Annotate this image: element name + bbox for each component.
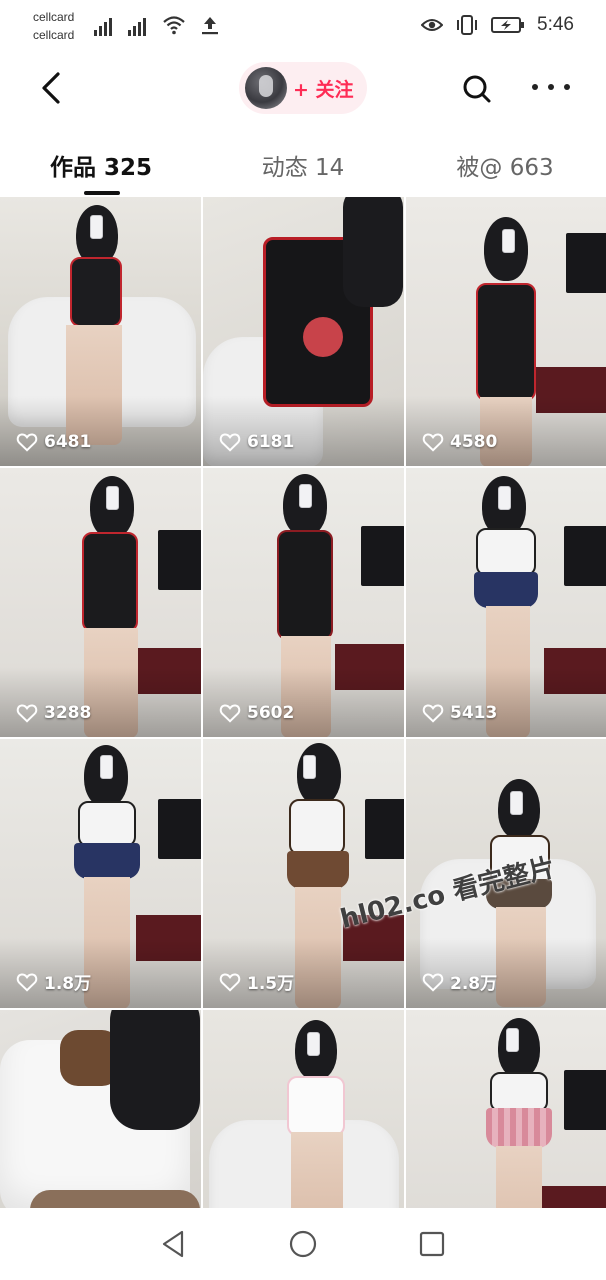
avatar [245, 67, 287, 109]
vibrate-icon [457, 15, 478, 35]
like-count-text: 1.5万 [247, 974, 295, 994]
profile-header: + 关注 [0, 56, 606, 120]
video-thumbnail[interactable] [0, 1010, 201, 1208]
status-bar: cellcard cellcard 5:46 [0, 0, 606, 52]
video-thumbnail[interactable]: 1.5万 [203, 739, 404, 1008]
heart-icon [219, 972, 241, 992]
carrier-labels: cellcard cellcard [33, 8, 74, 44]
system-nav-bar [0, 1208, 606, 1280]
tab-indicator [84, 191, 120, 195]
like-count: 5602 [219, 703, 294, 723]
heart-icon [219, 433, 241, 452]
status-icons-left [94, 12, 222, 36]
video-thumbnail[interactable]: 5602 [203, 468, 404, 737]
video-thumbnail[interactable] [203, 1010, 404, 1208]
like-count: 2.8万 [422, 969, 497, 994]
like-count: 5413 [422, 703, 497, 723]
video-grid: 6481 6181 4580 3288 5602 5413 1.8万 1.5万 … [0, 197, 606, 1208]
like-count-text: 6481 [44, 432, 92, 452]
video-thumbnail[interactable]: 1.8万 [0, 739, 201, 1008]
search-icon[interactable] [462, 74, 492, 104]
more-icon[interactable] [532, 84, 570, 94]
tab-dynamics[interactable]: 动态 14 [202, 148, 404, 182]
heart-icon [219, 704, 241, 723]
like-count-text: 4580 [450, 432, 498, 452]
heart-icon [422, 433, 444, 452]
follow-label: + 关注 [293, 78, 354, 101]
like-count-text: 2.8万 [450, 974, 498, 994]
nav-home-icon[interactable] [287, 1228, 319, 1260]
video-thumbnail[interactable]: 3288 [0, 468, 201, 737]
status-icons-right: 5:46 [421, 12, 574, 38]
like-count: 6181 [219, 432, 294, 452]
heart-icon [422, 972, 444, 992]
video-thumbnail[interactable]: 6181 [203, 197, 404, 466]
battery-charging-icon [491, 17, 525, 33]
heart-icon [422, 704, 444, 723]
nav-back-icon[interactable] [158, 1228, 190, 1260]
eye-icon [421, 19, 444, 31]
heart-icon [16, 972, 38, 992]
heart-icon [16, 704, 38, 723]
like-count: 6481 [16, 432, 91, 452]
like-count-text: 3288 [44, 703, 92, 723]
signal-icon [128, 16, 150, 36]
back-arrow-icon[interactable] [34, 68, 70, 108]
heart-icon [16, 433, 38, 452]
like-count-text: 5413 [450, 703, 498, 723]
like-count: 1.5万 [219, 969, 294, 994]
video-thumbnail[interactable] [406, 1010, 606, 1208]
follow-button[interactable]: + 关注 [239, 62, 367, 114]
nav-recents-icon[interactable] [416, 1228, 448, 1260]
like-count-text: 6181 [247, 432, 295, 452]
tab-works[interactable]: 作品 325 [0, 148, 202, 182]
clock: 5:46 [537, 14, 574, 35]
carrier-label: cellcard [33, 28, 75, 42]
profile-tabs: 作品 325 动态 14 被@ 663 [0, 138, 606, 196]
like-count-text: 1.8万 [44, 974, 92, 994]
wifi-icon [163, 16, 185, 35]
upload-icon [202, 17, 218, 35]
like-count-text: 5602 [247, 703, 295, 723]
signal-icon [94, 16, 116, 36]
video-thumbnail[interactable]: 6481 [0, 197, 201, 466]
tab-mentions[interactable]: 被@ 663 [404, 148, 606, 182]
like-count: 4580 [422, 432, 497, 452]
video-thumbnail[interactable]: 4580 [406, 197, 606, 466]
like-count: 3288 [16, 703, 91, 723]
video-thumbnail[interactable]: 5413 [406, 468, 606, 737]
carrier-label: cellcard [33, 10, 75, 24]
like-count: 1.8万 [16, 969, 91, 994]
